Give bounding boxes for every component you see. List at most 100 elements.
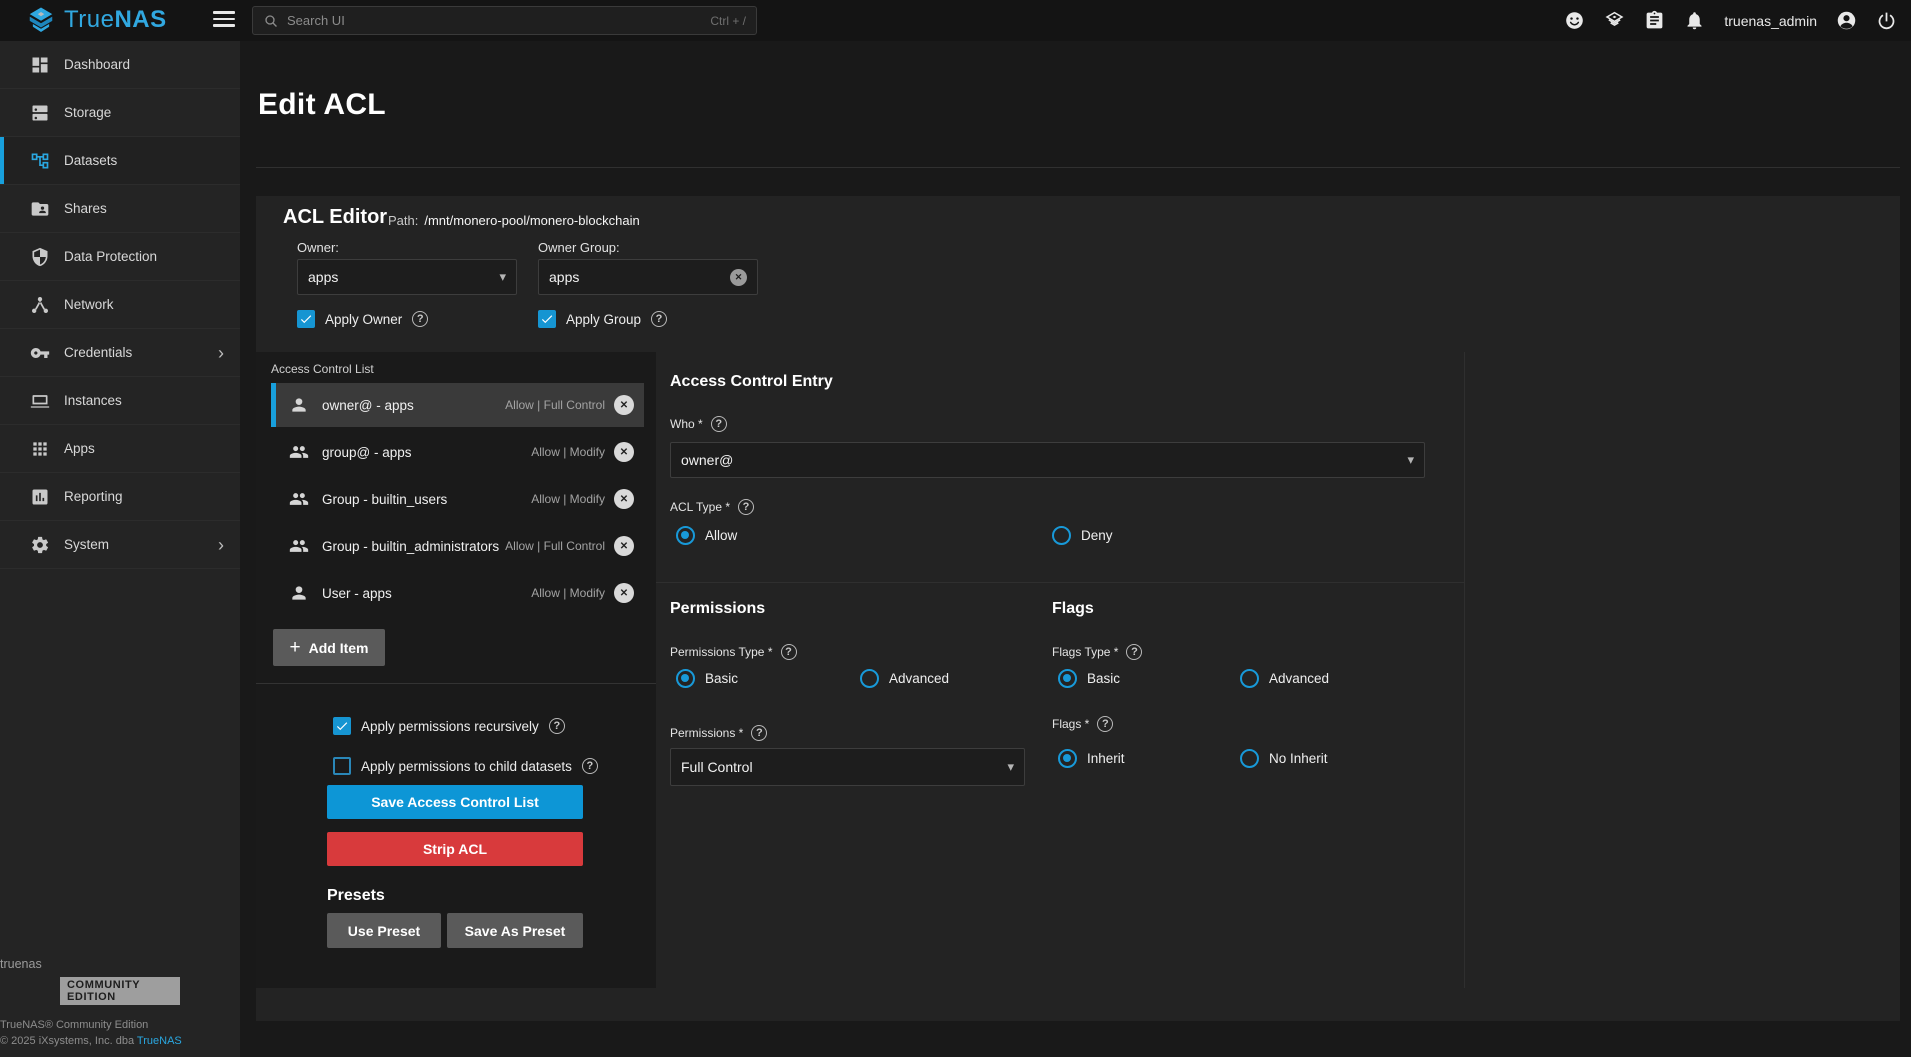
permissions-type-basic-radio[interactable]: Basic xyxy=(676,669,738,688)
user-avatar-icon[interactable] xyxy=(1836,10,1857,31)
edition-badge: COMMUNITY EDITION xyxy=(60,977,180,1005)
acl-type-allow-radio[interactable]: Allow xyxy=(676,526,737,545)
delete-entry-icon[interactable]: ✕ xyxy=(614,536,634,556)
sidebar-item-system[interactable]: System › xyxy=(0,521,240,569)
group-icon xyxy=(289,489,309,509)
clear-icon[interactable]: ✕ xyxy=(730,269,747,286)
chevron-right-icon: › xyxy=(218,344,224,362)
child-datasets-row: Apply permissions to child datasets ? xyxy=(333,757,598,775)
search-input[interactable] xyxy=(287,13,710,28)
apply-group-checkbox[interactable] xyxy=(538,310,556,328)
flags-no-inherit-radio[interactable]: No Inherit xyxy=(1240,749,1328,768)
search-bar[interactable]: Ctrl + / xyxy=(252,6,757,35)
sidebar-item-label: Storage xyxy=(64,105,111,120)
acl-editor-card: ACL Editor Path:/mnt/monero-pool/monero-… xyxy=(256,196,1900,1021)
form-divider xyxy=(656,582,1464,583)
power-icon[interactable] xyxy=(1876,10,1897,31)
hostname: truenas xyxy=(0,957,240,971)
save-acl-button[interactable]: Save Access Control List xyxy=(327,785,583,819)
help-icon[interactable]: ? xyxy=(1126,644,1142,660)
apply-owner-checkbox[interactable] xyxy=(297,310,315,328)
sidebar-item-dashboard[interactable]: Dashboard xyxy=(0,41,240,89)
acl-list-title: Access Control List xyxy=(271,362,374,376)
apply-recursively-checkbox[interactable] xyxy=(333,717,351,735)
sidebar-item-storage[interactable]: Storage xyxy=(0,89,240,137)
permissions-heading: Permissions xyxy=(670,600,765,618)
sidebar-item-label: Network xyxy=(64,297,114,312)
shared-folder-icon xyxy=(30,199,50,219)
flags-type-basic-radio[interactable]: Basic xyxy=(1058,669,1120,688)
sidebar-item-label: Data Protection xyxy=(64,249,157,264)
strip-acl-button[interactable]: Strip ACL xyxy=(327,832,583,866)
alerts-bell-icon[interactable] xyxy=(1684,10,1705,31)
sidebar-item-shares[interactable]: Shares xyxy=(0,185,240,233)
sidebar-item-label: Apps xyxy=(64,441,95,456)
sidebar-item-credentials[interactable]: Credentials › xyxy=(0,329,240,377)
delete-entry-icon[interactable]: ✕ xyxy=(614,489,634,509)
radio-icon xyxy=(1240,669,1259,688)
acl-row-permission: Allow | Modify xyxy=(531,445,605,459)
save-as-preset-button[interactable]: Save As Preset xyxy=(447,913,583,948)
help-icon[interactable]: ? xyxy=(1097,716,1113,732)
dataset-path: Path:/mnt/monero-pool/monero-blockchain xyxy=(388,213,640,228)
sidebar-item-network[interactable]: Network xyxy=(0,281,240,329)
flags-type-label: Flags Type *? xyxy=(1052,644,1142,660)
truenas-link[interactable]: TrueNAS xyxy=(137,1035,182,1047)
permissions-select[interactable]: Full Control ▾ xyxy=(670,748,1025,786)
help-icon[interactable]: ? xyxy=(651,311,667,327)
truecommand-icon[interactable] xyxy=(1604,10,1625,31)
help-icon[interactable]: ? xyxy=(738,499,754,515)
sidebar-nav: Dashboard Storage Datasets Shares Data P… xyxy=(0,41,240,1057)
help-icon[interactable]: ? xyxy=(751,725,767,741)
help-icon[interactable]: ? xyxy=(582,758,598,774)
sidebar-item-data-protection[interactable]: Data Protection xyxy=(0,233,240,281)
acl-row-user-apps[interactable]: User - apps Allow | Modify ✕ xyxy=(271,571,644,615)
flags-type-advanced-radio[interactable]: Advanced xyxy=(1240,669,1329,688)
who-select[interactable]: owner@ ▾ xyxy=(670,442,1425,478)
chevron-right-icon: › xyxy=(218,536,224,554)
chevron-down-icon: ▾ xyxy=(1407,452,1414,468)
flags-inherit-radio[interactable]: Inherit xyxy=(1058,749,1125,768)
use-preset-button[interactable]: Use Preset xyxy=(327,913,441,948)
dashboard-icon xyxy=(30,55,50,75)
acl-row-builtin-users[interactable]: Group - builtin_users Allow | Modify ✕ xyxy=(271,477,644,521)
acl-row-group[interactable]: group@ - apps Allow | Modify ✕ xyxy=(271,430,644,474)
sidebar-item-label: Dashboard xyxy=(64,57,130,72)
topbar-actions: truenas_admin xyxy=(1564,0,1897,41)
chevron-down-icon: ▾ xyxy=(499,269,506,285)
acl-row-builtin-administrators[interactable]: Group - builtin_administrators Allow | F… xyxy=(271,524,644,568)
group-icon xyxy=(289,536,309,556)
apply-child-datasets-checkbox[interactable] xyxy=(333,757,351,775)
delete-entry-icon[interactable]: ✕ xyxy=(614,583,634,603)
owner-group-input[interactable]: apps ✕ xyxy=(538,259,758,295)
owner-select[interactable]: apps ▾ xyxy=(297,259,517,295)
permissions-type-advanced-radio[interactable]: Advanced xyxy=(860,669,949,688)
title-divider xyxy=(256,167,1900,168)
help-icon[interactable]: ? xyxy=(711,416,727,432)
sidebar-item-reporting[interactable]: Reporting xyxy=(0,473,240,521)
footer-product: TrueNAS® Community Edition xyxy=(0,1019,240,1031)
help-icon[interactable]: ? xyxy=(549,718,565,734)
flags-label: Flags *? xyxy=(1052,716,1113,732)
flags-heading: Flags xyxy=(1052,600,1094,618)
sidebar-item-apps[interactable]: Apps xyxy=(0,425,240,473)
add-item-button[interactable]: + Add Item xyxy=(273,629,385,666)
feedback-smiley-icon[interactable] xyxy=(1564,10,1585,31)
sidebar-item-label: System xyxy=(64,537,109,552)
delete-entry-icon[interactable]: ✕ xyxy=(614,395,634,415)
acl-type-label: ACL Type *? xyxy=(670,499,754,515)
sidebar-item-datasets[interactable]: Datasets xyxy=(0,137,240,185)
topbar: TrueNAS Ctrl + / truenas_admin xyxy=(0,0,1911,41)
menu-toggle-icon[interactable] xyxy=(213,11,235,29)
sidebar-item-instances[interactable]: Instances xyxy=(0,377,240,425)
help-icon[interactable]: ? xyxy=(412,311,428,327)
acl-row-owner[interactable]: owner@ - apps Allow | Full Control ✕ xyxy=(271,383,644,427)
help-icon[interactable]: ? xyxy=(781,644,797,660)
laptop-icon xyxy=(30,391,50,411)
permissions-type-label: Permissions Type *? xyxy=(670,644,797,660)
radio-icon xyxy=(1240,749,1259,768)
delete-entry-icon[interactable]: ✕ xyxy=(614,442,634,462)
jobs-clipboard-icon[interactable] xyxy=(1644,10,1665,31)
logged-in-username: truenas_admin xyxy=(1724,13,1817,29)
acl-type-deny-radio[interactable]: Deny xyxy=(1052,526,1113,545)
